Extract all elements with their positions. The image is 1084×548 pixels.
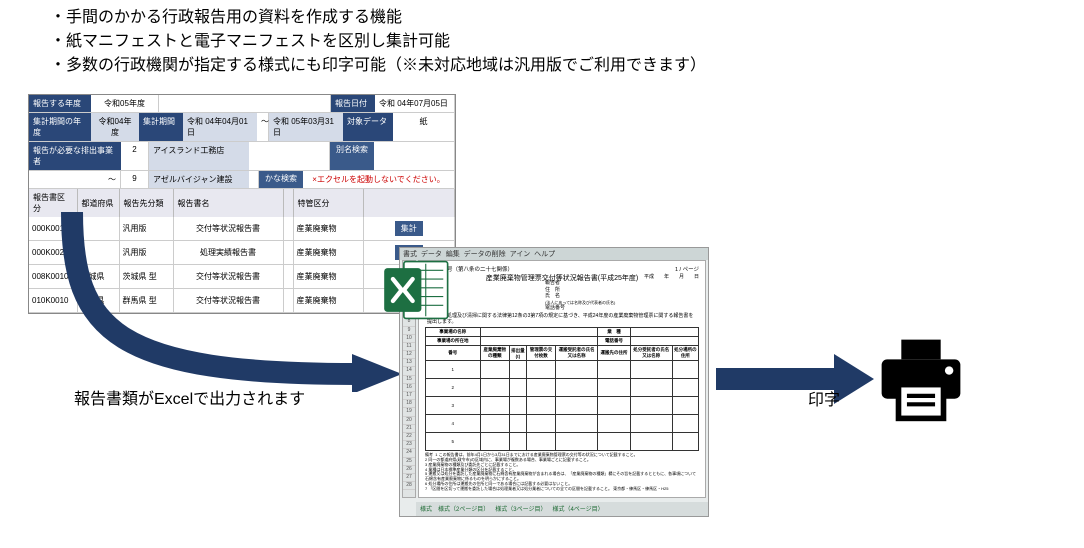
report-form-table: 事業場の名称業 種 事業場の所在地電話番号 番号 産業廃棄物の種類 排出量(t)…	[425, 327, 699, 451]
notes-block: 備考 1 この報告書は、前年4月1日から3月31日までにおける産業廃棄物管理票の…	[425, 453, 699, 491]
biz-from-code: 2	[121, 142, 149, 170]
caption-excel-output: 報告書類がExcelで出力されます	[74, 385, 305, 409]
sheet-pageinfo: 1 / ページ	[675, 265, 699, 273]
bullet-1: ・手間のかかる行政報告用の資料を作成する機能	[50, 6, 706, 30]
excel-sheet: 様式第三号（第八条の二十七関係） 1 / ページ 産業廃棄物管理票交付等状況報告…	[418, 260, 706, 498]
biz-from-name: アイスランド工務店	[149, 142, 249, 170]
label-businesses: 報告が必要な排出事業者	[29, 142, 121, 170]
biz-tilde: 〜	[29, 171, 121, 188]
sheet-tab[interactable]: 様式（4ページ目）	[552, 504, 603, 514]
period-tilde: 〜	[257, 113, 269, 141]
printer-icon	[876, 334, 966, 424]
sheet-tab[interactable]: 様式（3ページ目）	[495, 504, 546, 514]
excel-sheet-tabs: 様式 様式（2ページ目） 様式（3ページ目） 様式（4ページ目）	[416, 502, 708, 516]
value-period-to: 令和 05年03月31日	[269, 113, 343, 141]
sheet-tab[interactable]: 様式	[420, 504, 432, 514]
value-report-year: 令和05年度	[91, 95, 159, 112]
flow-arrow-1	[56, 212, 406, 392]
biz-to-name: アゼルバイジャン建設	[149, 171, 249, 188]
label-target-data: 対象データ	[343, 113, 393, 141]
btn-kana-search[interactable]: かな検索	[259, 171, 303, 188]
value-target-data: 紙	[393, 113, 455, 141]
value-report-date: 令和 04年07月05日	[375, 95, 455, 112]
sheet-tab[interactable]: 様式（2ページ目）	[438, 504, 489, 514]
excel-icon	[382, 255, 452, 325]
label-report-year: 報告する年度	[29, 95, 91, 112]
biz-to-code: 9	[121, 171, 149, 188]
value-period-year: 令和04年度	[91, 113, 139, 141]
label-period-year: 集計期間の年度	[29, 113, 91, 141]
bullet-2: ・紙マニフェストと電子マニフェストを区別し集計可能	[50, 30, 706, 54]
label-report-date: 報告日付	[331, 95, 375, 112]
caption-print: 印字	[808, 386, 840, 410]
value-period-from: 令和 04年04月01日	[183, 113, 257, 141]
sheet-body-text: 廃棄物の処理及び清掃に関する法律第12条の3第7項の規定に基づき、平成24年度の…	[427, 313, 697, 325]
label-period: 集計期間	[139, 113, 183, 141]
flow-arrow-2	[716, 354, 876, 404]
btn-alias-search[interactable]: 別名検索	[330, 142, 374, 170]
excel-warning: ×エクセルを起動しないでください。	[303, 171, 455, 188]
bullet-3: ・多数の行政機関が指定する様式にも印字可能（※未対応地域は汎用版でご利用できます…	[50, 54, 706, 78]
reporter-block: 報告者 住 所 氏 名 (法人にあっては名称及び代表者の氏名) 電話番号	[545, 280, 699, 311]
